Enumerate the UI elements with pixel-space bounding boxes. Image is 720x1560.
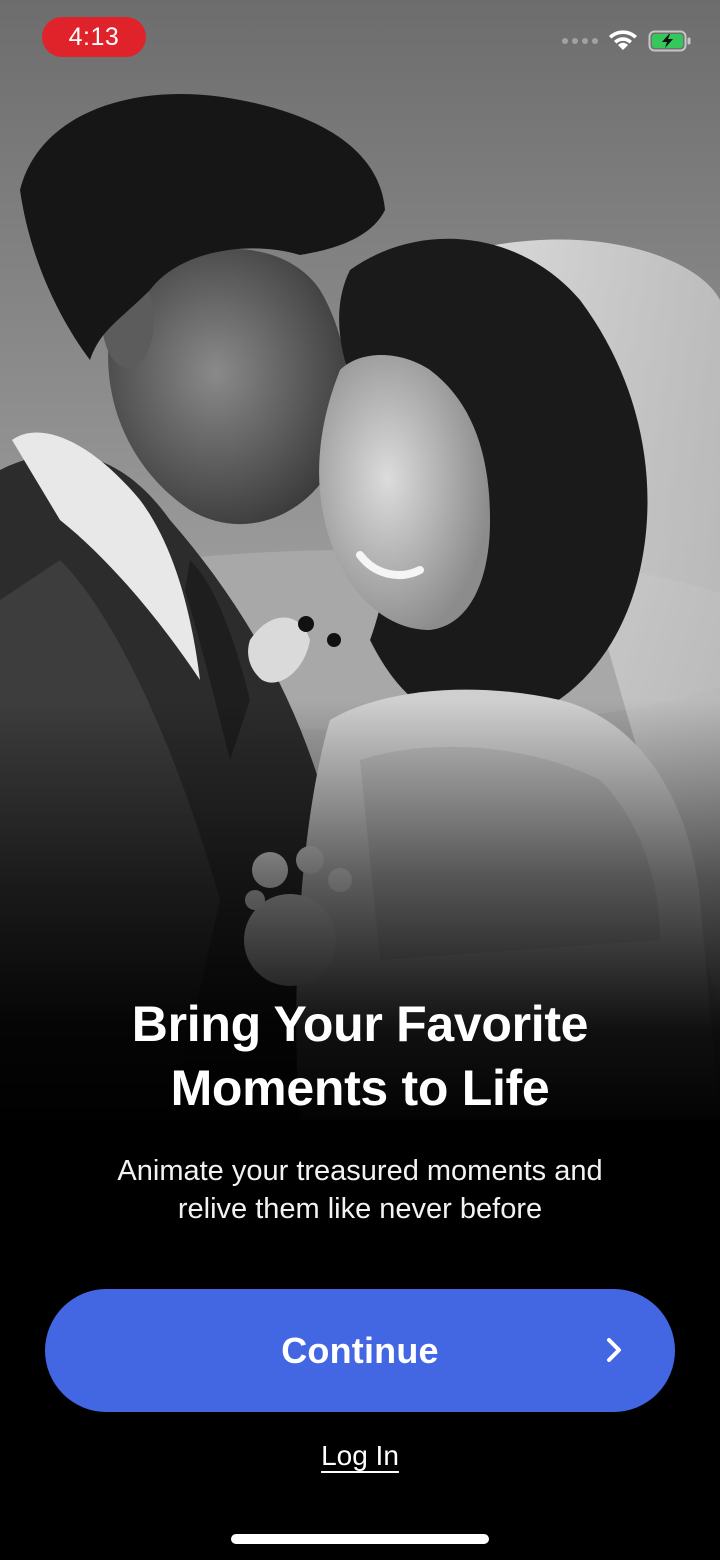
onboarding-headline: Bring Your Favorite Moments to Life bbox=[0, 992, 720, 1120]
login-link[interactable]: Log In bbox=[0, 1440, 720, 1472]
subtitle-line-2: relive them like never before bbox=[177, 1193, 543, 1225]
subtitle-line-1: Animate your treasured moments and bbox=[117, 1155, 603, 1187]
hero-photo bbox=[0, 0, 720, 1120]
cellular-signal-icon bbox=[562, 38, 598, 44]
status-time: 4:13 bbox=[68, 22, 120, 51]
headline-line-1: Bring Your Favorite bbox=[131, 996, 589, 1052]
onboarding-subtitle: Animate your treasured moments and reliv… bbox=[60, 1152, 660, 1228]
status-icons bbox=[562, 26, 692, 56]
wifi-icon bbox=[609, 30, 637, 50]
continue-button-label: Continue bbox=[281, 1329, 439, 1371]
headline-line-2: Moments to Life bbox=[170, 1060, 550, 1116]
home-indicator[interactable] bbox=[231, 1534, 489, 1544]
status-time-pill: 4:13 bbox=[42, 17, 146, 57]
battery-charging-icon bbox=[648, 30, 691, 52]
chevron-right-icon bbox=[607, 1338, 621, 1362]
onboarding-screen: 4:13 Bring Your Favorite Moments to Life… bbox=[0, 0, 720, 1560]
continue-button[interactable]: Continue bbox=[45, 1289, 675, 1412]
